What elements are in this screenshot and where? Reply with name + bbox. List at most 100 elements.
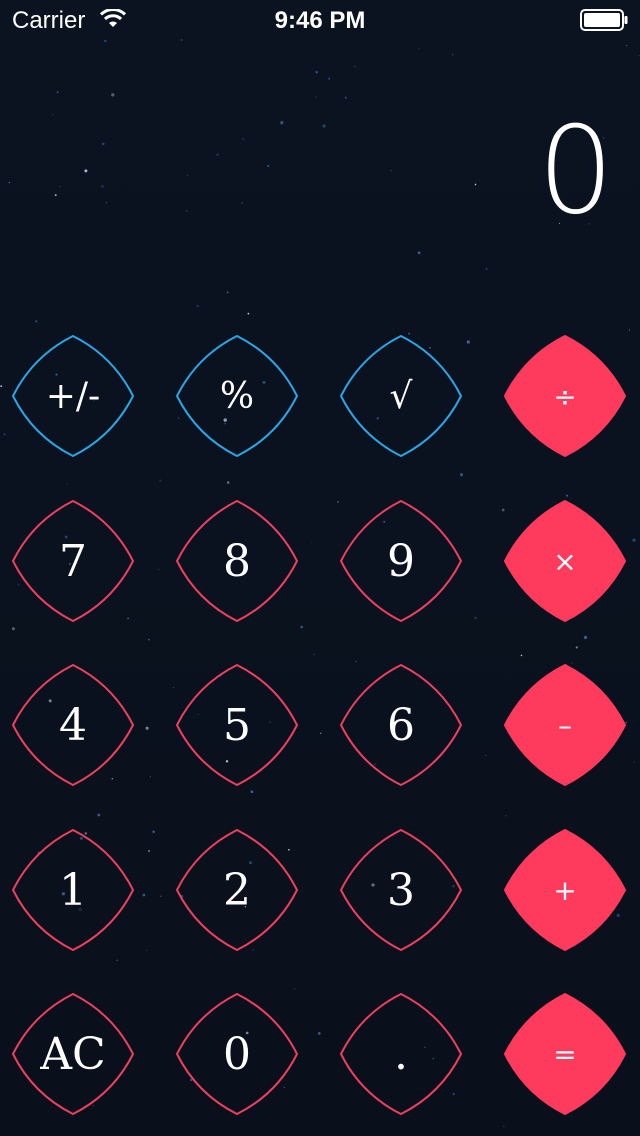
star bbox=[186, 210, 188, 212]
star bbox=[97, 813, 101, 817]
star bbox=[503, 1125, 505, 1128]
star bbox=[625, 44, 628, 47]
star bbox=[565, 494, 569, 497]
star bbox=[504, 814, 507, 817]
star bbox=[354, 65, 356, 68]
equals-key[interactable]: = bbox=[503, 992, 627, 1116]
clock-time: 9:46 PM bbox=[274, 7, 366, 34]
digit-9-key[interactable]: 9 bbox=[339, 499, 463, 623]
star bbox=[241, 202, 244, 204]
key-label: 3 bbox=[387, 864, 415, 916]
star bbox=[66, 483, 68, 485]
battery-icon bbox=[580, 9, 628, 31]
star bbox=[300, 625, 304, 629]
digit-1-key[interactable]: 1 bbox=[11, 828, 135, 952]
star bbox=[101, 184, 104, 188]
star bbox=[294, 988, 296, 990]
star bbox=[158, 568, 160, 570]
star bbox=[148, 638, 150, 641]
all-clear-key[interactable]: AC bbox=[11, 992, 135, 1116]
key-label: + bbox=[553, 873, 577, 907]
star bbox=[84, 169, 88, 173]
star bbox=[344, 96, 347, 99]
star bbox=[250, 790, 254, 794]
key-label: 1 bbox=[59, 864, 87, 916]
digit-0-key[interactable]: 0 bbox=[175, 992, 299, 1116]
digit-2-key[interactable]: 2 bbox=[175, 828, 299, 952]
star bbox=[633, 761, 635, 763]
star bbox=[11, 627, 15, 631]
star bbox=[172, 687, 174, 689]
star bbox=[8, 181, 11, 184]
decimal-point-key[interactable]: . bbox=[339, 992, 463, 1116]
star bbox=[52, 114, 54, 116]
star bbox=[116, 959, 119, 962]
star bbox=[322, 124, 326, 128]
star bbox=[226, 481, 230, 484]
plus-minus-key[interactable]: +/- bbox=[11, 334, 135, 458]
key-label: AC bbox=[40, 1028, 106, 1080]
star bbox=[575, 646, 578, 649]
key-label: 4 bbox=[59, 699, 87, 751]
digit-8-key[interactable]: 8 bbox=[175, 499, 299, 623]
key-label: × bbox=[553, 544, 577, 578]
star bbox=[247, 312, 250, 315]
digit-6-key[interactable]: 6 bbox=[339, 663, 463, 787]
key-label: = bbox=[553, 1037, 577, 1071]
star bbox=[102, 142, 105, 146]
key-label: 5 bbox=[223, 699, 251, 751]
star bbox=[311, 542, 313, 543]
key-label: – bbox=[558, 708, 572, 742]
star bbox=[485, 754, 487, 757]
key-label: . bbox=[394, 1028, 408, 1080]
divide-key[interactable]: ÷ bbox=[503, 334, 627, 458]
add-key[interactable]: + bbox=[503, 828, 627, 952]
key-label: % bbox=[219, 375, 255, 417]
star bbox=[216, 153, 219, 157]
star bbox=[320, 732, 322, 734]
key-label: √ bbox=[389, 375, 413, 417]
star bbox=[328, 77, 331, 80]
star bbox=[317, 1032, 321, 1035]
star bbox=[638, 54, 640, 57]
star bbox=[267, 164, 270, 168]
key-label: +/- bbox=[45, 375, 101, 417]
key-label: ÷ bbox=[553, 379, 577, 413]
star bbox=[186, 174, 189, 177]
star bbox=[390, 169, 392, 172]
star bbox=[159, 895, 162, 898]
star bbox=[111, 93, 115, 97]
subtract-key[interactable]: – bbox=[503, 663, 627, 787]
multiply-key[interactable]: × bbox=[503, 499, 627, 623]
star bbox=[280, 121, 284, 125]
star bbox=[466, 340, 470, 344]
digit-4-key[interactable]: 4 bbox=[11, 663, 135, 787]
star bbox=[159, 479, 162, 482]
star bbox=[632, 538, 636, 542]
star bbox=[315, 71, 318, 74]
star bbox=[104, 39, 107, 43]
star bbox=[474, 183, 477, 186]
digit-5-key[interactable]: 5 bbox=[175, 663, 299, 787]
key-label: 6 bbox=[387, 699, 415, 751]
star bbox=[451, 53, 454, 56]
star bbox=[474, 616, 477, 620]
star bbox=[56, 91, 59, 94]
star bbox=[145, 726, 149, 730]
result-display: 0 bbox=[537, 102, 614, 241]
digit-3-key[interactable]: 3 bbox=[339, 828, 463, 952]
star bbox=[418, 47, 420, 50]
star bbox=[54, 194, 57, 197]
digit-7-key[interactable]: 7 bbox=[11, 499, 135, 623]
key-label: 9 bbox=[387, 535, 415, 587]
star bbox=[242, 137, 245, 141]
star bbox=[417, 251, 421, 255]
key-label: 2 bbox=[223, 864, 251, 916]
star bbox=[148, 850, 150, 852]
star bbox=[152, 830, 155, 834]
star bbox=[3, 433, 6, 436]
percent-key[interactable]: % bbox=[175, 334, 299, 458]
key-label: 8 bbox=[223, 535, 251, 587]
square-root-key[interactable]: √ bbox=[339, 334, 463, 458]
key-label: 7 bbox=[59, 535, 87, 587]
